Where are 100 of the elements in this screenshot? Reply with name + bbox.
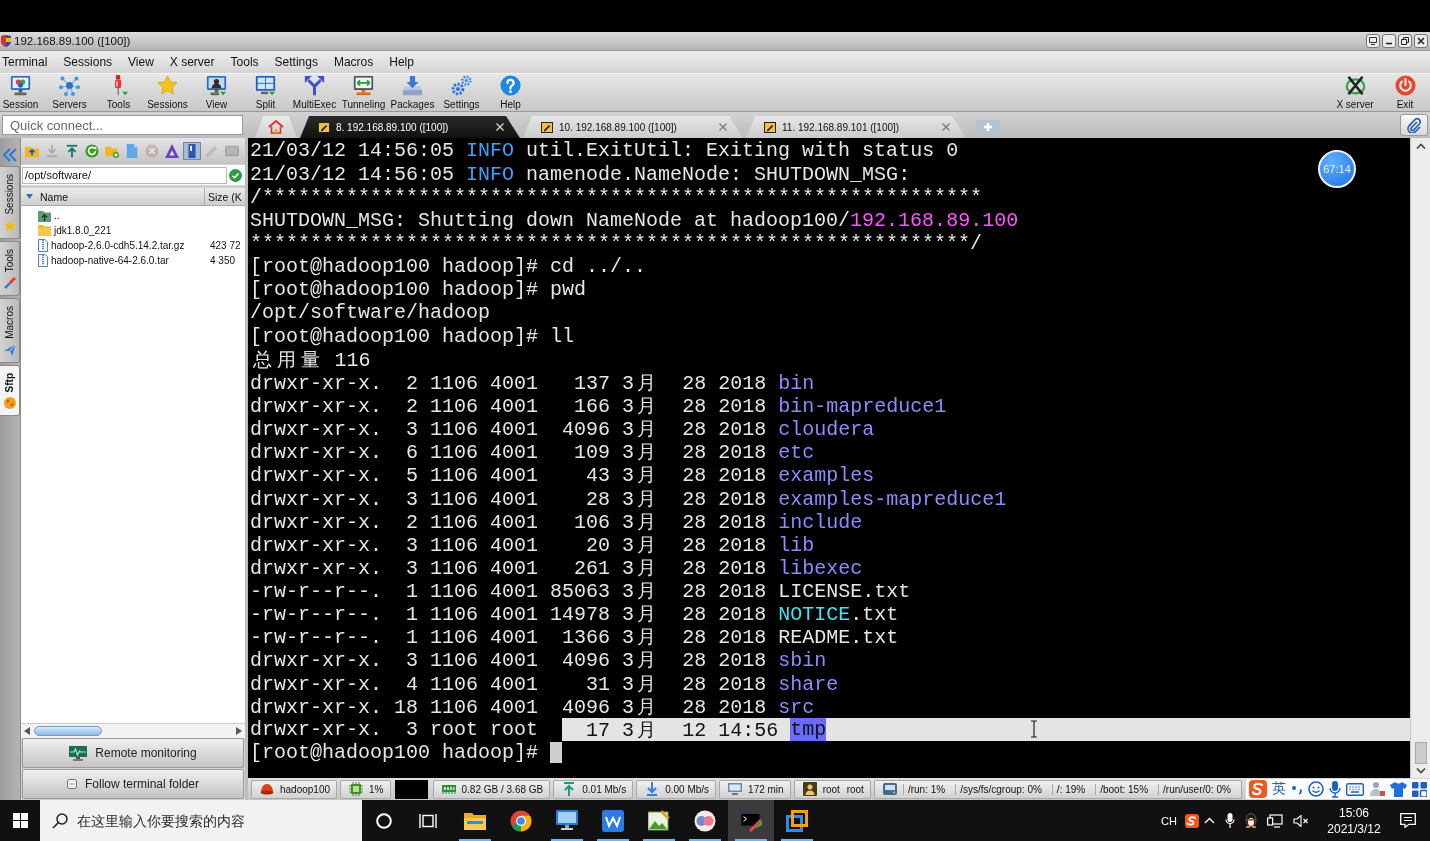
session-tab[interactable]: 11. 192.168.89.101 ([100]) [746,116,966,138]
scrollbar-thumb[interactable] [34,726,102,736]
checkbox[interactable] [66,779,77,789]
home-tab[interactable] [255,116,297,138]
cpu-graph [394,779,428,799]
search-box[interactable]: 在这里输入你要搜索的内容 [40,800,362,841]
paperclip-icon [1407,117,1421,133]
side-tab[interactable]: Sftp [0,364,20,417]
toolbar-button[interactable]: Tunneling [339,74,388,111]
document-app-icon [602,809,624,832]
scrollbar-thumb[interactable] [1414,742,1427,764]
toolbar-button[interactable]: Packages [388,74,437,111]
scroll-down-button[interactable] [1415,768,1426,774]
clock[interactable]: 15:06 2021/3/12 [1318,804,1390,837]
menu-item[interactable]: Help [389,55,414,69]
toolbar-button[interactable]: Sessions [143,74,192,111]
file-name[interactable]: jdk1.8.0_221 [54,225,213,236]
toolbar-button[interactable] [83,142,101,160]
terminal-line: ************************************************************/ [250,231,983,256]
terminal-line: /************************************************************ [250,185,983,209]
restore-button[interactable] [1398,34,1412,48]
speaker-muted-icon [1293,814,1309,827]
menu-item[interactable]: Sessions [63,55,113,69]
check-icon [229,168,242,182]
toolbar-button[interactable]: MultiExec [290,74,339,111]
toolbar-button[interactable]: Tools [94,74,143,111]
download-icon [45,144,59,158]
menu-item[interactable]: X server [169,55,215,69]
logo-icon [1185,813,1199,828]
side-tab[interactable]: Sessions [0,166,20,239]
scroll-left-button[interactable] [24,727,30,735]
refresh-icon [85,144,99,158]
file-name[interactable]: hadoop-native-64-2.6.0.tar [51,255,210,266]
status-text: root root [822,783,864,795]
chevron-up-icon [1204,817,1215,824]
toolbar-button[interactable]: Servers [45,74,94,111]
terminal-line: 21/03/12 14:56:05 INFO util.ExitUtil: Exiting with status 0 [250,139,959,163]
menu-item[interactable]: Settings [274,55,318,69]
toolbar-button[interactable]: Split [241,74,290,111]
toolbar-button[interactable]: Help [486,74,535,111]
follow-folder-button[interactable]: Follow terminal folder [22,769,244,799]
menu-item[interactable]: Terminal [2,55,48,69]
monitor-icon [10,75,31,96]
fork-icon [304,75,325,96]
task-view-icon [419,812,437,829]
status-text: hadoop100 [280,783,331,795]
download-icon [645,782,660,796]
column-header[interactable]: Size (K [208,190,242,203]
ball-icon [3,397,16,410]
language-indicator[interactable]: CH [1161,814,1185,827]
i-beam-pointer-icon [1030,720,1038,738]
search-field[interactable]: 在这里输入你要搜索的内容 [77,812,362,829]
menu-item[interactable]: Tools [230,55,259,69]
attach-button[interactable] [1400,114,1428,136]
terminal-line: SHUTDOWN_MSG: Shutting down NameNode at hadoop100/192.168.89.100 [250,208,1019,232]
column-header[interactable]: Name [40,190,68,203]
hat-icon [260,782,274,796]
file-name[interactable]: .. [54,210,213,221]
disk-usage: /: 19% [1051,783,1090,795]
toolbar-button[interactable] [163,142,181,160]
quick-connect-field[interactable]: Quick connect... [2,115,243,135]
status-text: 1% [369,783,384,795]
disk-usage: /sys/fs/cgroup: 0% [955,783,1046,795]
taskbar-button[interactable] [728,800,774,841]
squares-icon [786,809,808,832]
side-tab[interactable]: Macros [0,297,20,363]
status-text: 0.01 Mb/s [582,783,627,795]
pencil-square-icon [318,121,330,133]
toolbar-button[interactable]: View [192,74,241,111]
scroll-up-button[interactable] [1415,143,1426,149]
sort-arrow-icon [26,194,33,199]
menu-item[interactable]: View [128,55,154,69]
remote-monitoring-button[interactable]: Remote monitoring [22,738,244,768]
file-size: 423 72 [210,240,241,251]
close-button[interactable] [1414,34,1428,48]
notification-icon[interactable] [1400,813,1416,828]
status-text: 0.00 Mb/s [665,783,710,795]
toolbar-button[interactable] [183,142,201,160]
toolbar-button[interactable]: Session [0,74,45,111]
network-icon [1267,813,1283,828]
window-title: 192.168.89.100 ([100]) [14,35,131,47]
folder-icon [38,225,51,236]
toolbar-button[interactable]: Exit [1380,74,1430,111]
minimize-button[interactable] [1382,34,1396,48]
session-tab[interactable]: 10. 192.168.89.100 ([100]) [523,116,743,138]
terminal-line: /opt/software/hadoop [250,301,491,325]
user-icon [802,782,817,796]
status-text: 172 min [748,783,784,795]
disk-usage: /run: 1% [902,783,950,795]
toolbar-button[interactable]: X server [1330,74,1380,111]
toolbar-button[interactable]: Settings [437,74,486,111]
scroll-right-button[interactable] [236,727,242,735]
triangle-icon [165,144,179,158]
session-tab[interactable]: 8. 192.168.89.100 ([100]) [300,116,520,138]
file-name[interactable]: hadoop-2.6.0-cdh5.14.2.tar.gz [51,240,210,251]
upload-icon [562,782,577,796]
side-tab[interactable]: Tools [0,240,20,296]
path-field[interactable]: /opt/software/ [22,166,227,184]
menu-item[interactable]: Macros [333,55,374,69]
window-mode-button[interactable] [1366,34,1380,48]
